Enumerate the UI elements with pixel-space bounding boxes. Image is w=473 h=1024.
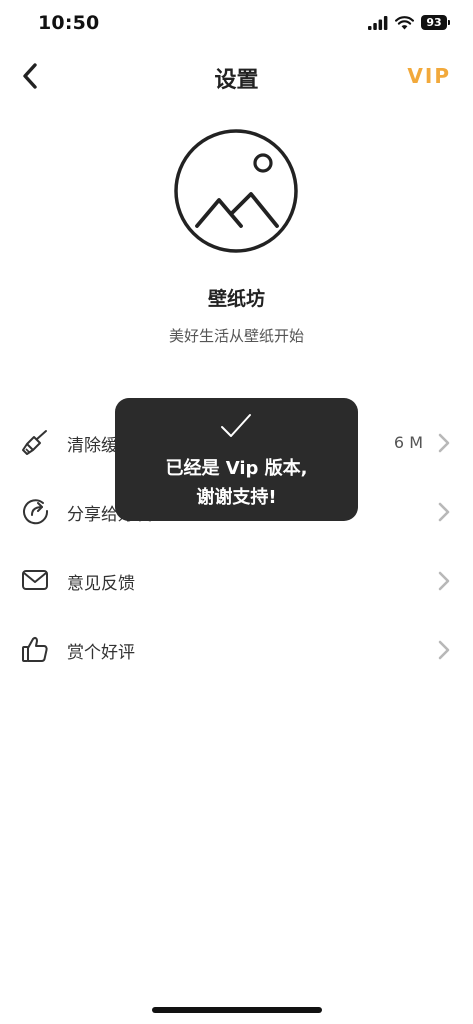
signal-icon (368, 15, 388, 30)
toast-message: 已经是 Vip 版本, (165, 458, 308, 479)
brush-icon (22, 430, 47, 455)
battery-icon: 93 (421, 15, 450, 30)
share-icon (23, 499, 49, 525)
chevron-right-icon (438, 571, 450, 591)
toast-message-thanks: 谢谢支持! (196, 487, 277, 508)
rate-row[interactable]: 赏个好评 (0, 615, 473, 684)
vip-toast: 已经是 Vip 版本, 谢谢支持! (115, 398, 358, 521)
rate-label: 赏个好评 (67, 643, 135, 663)
chevron-right-icon (438, 502, 450, 522)
app-slogan: 美好生活从壁纸开始 (168, 327, 304, 345)
page-title: 设置 (214, 68, 259, 93)
mail-icon (22, 570, 48, 590)
app-name: 壁纸坊 (207, 288, 265, 310)
home-indicator[interactable] (152, 1007, 322, 1013)
chevron-right-icon (438, 640, 450, 660)
thumbs-up-icon (22, 636, 48, 662)
status-icons: 93 (368, 15, 450, 30)
wifi-icon (395, 15, 414, 29)
chevron-right-icon (438, 433, 450, 453)
cache-size-value: 6 M (393, 433, 423, 452)
nav-bar: 设置 VIP (0, 52, 473, 100)
checkmark-icon (221, 414, 251, 437)
feedback-row[interactable]: 意见反馈 (0, 546, 473, 615)
vip-button[interactable]: VIP (407, 64, 451, 88)
landscape-image-icon (174, 129, 298, 253)
status-bar: 10:50 93 (0, 0, 473, 52)
status-time: 10:50 (38, 12, 100, 34)
settings-screen: 10:50 93 设置 VIP 壁纸坊 美好生活从壁纸开始 清除缓存 6 M 分… (0, 0, 473, 1024)
feedback-label: 意见反馈 (67, 574, 135, 594)
